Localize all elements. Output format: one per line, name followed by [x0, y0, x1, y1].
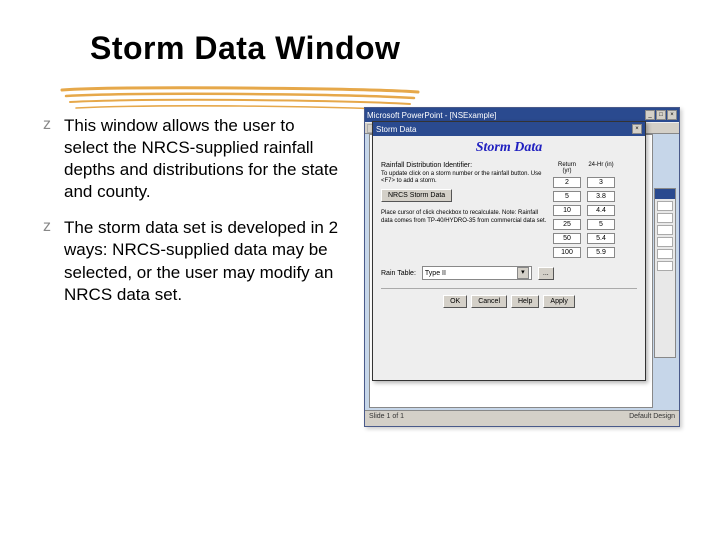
- screenshot-area: Microsoft PowerPoint - [NSExample] _ □ ×: [364, 107, 680, 320]
- rain-table-value: Type II: [425, 270, 446, 277]
- bullet-item: z This window allows the user to select …: [40, 115, 340, 203]
- grid-cell[interactable]: 5.9: [587, 247, 615, 258]
- dialog-hint: To update click on a storm number or the…: [381, 171, 547, 185]
- bullet-marker-icon: z: [40, 115, 54, 203]
- dialog-close-button[interactable]: ×: [632, 124, 642, 134]
- status-right: Default Design: [629, 413, 675, 424]
- dialog-title: Storm Data: [373, 136, 645, 162]
- close-button[interactable]: ×: [667, 110, 677, 120]
- dialog-body: Rainfall Distribution Identifier: To upd…: [373, 162, 645, 314]
- side-panel-swatch[interactable]: [657, 261, 673, 271]
- cancel-button[interactable]: Cancel: [471, 295, 507, 308]
- app-statusbar: Slide 1 of 1 Default Design: [365, 410, 679, 426]
- grid-cell[interactable]: 5: [553, 191, 581, 202]
- grid-header: Return (yr): [553, 162, 581, 174]
- nrcs-storm-data-button[interactable]: NRCS Storm Data: [381, 189, 452, 202]
- grid-cell[interactable]: 3.8: [587, 191, 615, 202]
- bullet-item: z The storm data set is developed in 2 w…: [40, 217, 340, 305]
- dialog-bar-title: Storm Data: [376, 125, 416, 134]
- side-panel-swatch[interactable]: [657, 213, 673, 223]
- maximize-button[interactable]: □: [656, 110, 666, 120]
- bullet-list: z This window allows the user to select …: [40, 107, 340, 320]
- title-area: Storm Data Window: [40, 30, 680, 67]
- ok-button[interactable]: OK: [443, 295, 467, 308]
- rain-table-row: Rain Table: Type II ▾ ...: [381, 266, 637, 280]
- browse-button[interactable]: ...: [538, 267, 554, 280]
- side-panel-swatch[interactable]: [657, 249, 673, 259]
- slide: Storm Data Window z This window allows t…: [0, 0, 720, 540]
- grid-cell[interactable]: 2: [553, 177, 581, 188]
- grid-cell[interactable]: 4.4: [587, 205, 615, 216]
- grid-cell[interactable]: 25: [553, 219, 581, 230]
- bullet-text: This window allows the user to select th…: [64, 115, 340, 203]
- rain-table-label: Rain Table:: [381, 270, 416, 277]
- window-controls: _ □ ×: [645, 110, 677, 120]
- app-title: Microsoft PowerPoint - [NSExample]: [367, 111, 496, 120]
- side-panel-header: [655, 189, 675, 199]
- app-titlebar: Microsoft PowerPoint - [NSExample] _ □ ×: [365, 108, 679, 122]
- rainfall-grid: Return (yr) 24-Hr (in) 2 3 5 3.8 10 4.4 …: [553, 162, 637, 258]
- grid-cell[interactable]: 5: [587, 219, 615, 230]
- grid-cell[interactable]: 100: [553, 247, 581, 258]
- body-columns: z This window allows the user to select …: [40, 107, 680, 320]
- chevron-down-icon: ▾: [517, 267, 529, 279]
- dialog-subhead: Rainfall Distribution Identifier:: [381, 162, 547, 169]
- grid-header: 24-Hr (in): [587, 162, 615, 174]
- slide-title: Storm Data Window: [90, 30, 680, 67]
- grid-cell[interactable]: 5.4: [587, 233, 615, 244]
- side-panel-swatch[interactable]: [657, 237, 673, 247]
- dialog-window-controls: ×: [632, 124, 642, 134]
- side-panel-swatch[interactable]: [657, 225, 673, 235]
- status-left: Slide 1 of 1: [369, 413, 404, 424]
- dialog-button-row: OK Cancel Help Apply: [381, 288, 637, 308]
- bullet-marker-icon: z: [40, 217, 54, 305]
- apply-button[interactable]: Apply: [543, 295, 575, 308]
- grid-cell[interactable]: 3: [587, 177, 615, 188]
- rain-table-select[interactable]: Type II ▾: [422, 266, 532, 280]
- dialog-titlebar: Storm Data ×: [373, 122, 645, 136]
- side-panel-swatch[interactable]: [657, 201, 673, 211]
- dialog-hint2: Place cursor of click checkbox to recalc…: [381, 210, 547, 224]
- grid-cell[interactable]: 50: [553, 233, 581, 244]
- help-button[interactable]: Help: [511, 295, 539, 308]
- side-panel: [654, 188, 676, 358]
- storm-data-dialog: Storm Data × Storm Data Rainfall Distrib…: [372, 121, 646, 381]
- minimize-button[interactable]: _: [645, 110, 655, 120]
- bullet-text: The storm data set is developed in 2 way…: [64, 217, 340, 305]
- grid-cell[interactable]: 10: [553, 205, 581, 216]
